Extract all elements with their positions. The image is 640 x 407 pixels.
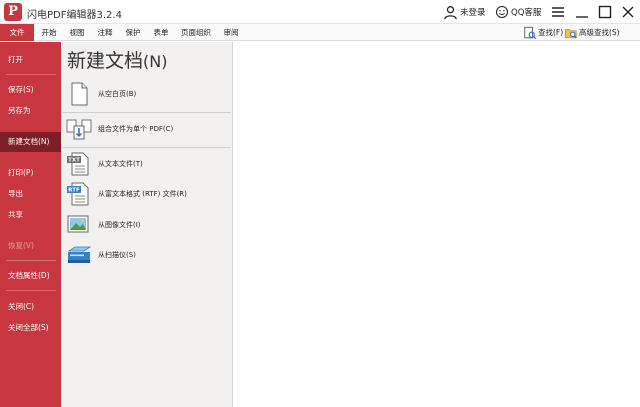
menu-review[interactable]: 审阅 <box>218 24 244 41</box>
rtf-file-icon: RTF <box>67 182 89 206</box>
sidebar-item-open[interactable]: 打开 <box>0 50 61 70</box>
app-logo: P <box>4 3 22 21</box>
option-label: 从文本文件(T) <box>98 160 143 168</box>
maximize-button[interactable] <box>597 4 613 20</box>
combine-files-icon <box>66 119 92 140</box>
title-bar: P 闪电PDF编辑器3.2.4 未登录 QQ客服 <box>0 0 640 24</box>
menu-view[interactable]: 视图 <box>64 24 90 41</box>
menu-icon <box>552 7 564 17</box>
sidebar-item-share[interactable]: 共享 <box>0 205 61 225</box>
close-icon <box>622 6 634 18</box>
login-label: 未登录 <box>460 8 486 18</box>
menu-start[interactable]: 开始 <box>36 24 62 41</box>
option-label: 从富文本格式 (RTF) 文件(R) <box>98 190 187 198</box>
svg-text:TXT: TXT <box>68 158 80 164</box>
qq-support-button[interactable]: QQ客服 <box>495 4 541 20</box>
sidebar-item-export[interactable]: 导出 <box>0 184 61 204</box>
minimize-icon <box>576 16 588 18</box>
document-area <box>234 42 640 407</box>
user-icon <box>444 5 457 19</box>
sidebar-item-print[interactable]: 打印(P) <box>0 163 61 183</box>
option-label: 组合文件为单个 PDF(C) <box>98 125 174 133</box>
option-combine-files[interactable]: 组合文件为单个 PDF(C) <box>66 115 173 143</box>
panel-divider <box>63 147 231 148</box>
menu-annotate[interactable]: 注释 <box>92 24 118 41</box>
sidebar-item-document-properties[interactable]: 文档属性(D) <box>0 266 61 286</box>
find-icon <box>524 26 537 39</box>
app-title: 闪电PDF编辑器3.2.4 <box>27 10 122 21</box>
sidebar-divider <box>6 260 56 261</box>
blank-page-icon <box>71 82 88 106</box>
option-from-image-file[interactable]: 从图像文件(I) <box>66 211 141 239</box>
new-document-panel: 新建文档(N) 从空白页(B) 组合文件为单个 PDF(C) TXT 从文本文件… <box>61 42 233 407</box>
advanced-find-label: 高级查找(S) <box>579 28 620 37</box>
sidebar-item-close[interactable]: 关闭(C) <box>0 297 61 317</box>
option-from-scanner[interactable]: 从扫描仪(S) <box>66 241 136 269</box>
option-from-text-file[interactable]: TXT 从文本文件(T) <box>66 150 143 178</box>
sidebar-divider <box>6 290 56 291</box>
panel-divider <box>63 112 231 113</box>
sidebar-item-save-as[interactable]: 另存为 <box>0 101 61 121</box>
panel-title-text: 新建文档 <box>67 50 144 72</box>
option-from-rtf-file[interactable]: RTF 从富文本格式 (RTF) 文件(R) <box>66 180 187 208</box>
panel-title-shortcut: (N) <box>143 52 168 71</box>
advanced-find-button[interactable]: 高级查找(S) <box>564 25 620 40</box>
svg-text:RTF: RTF <box>68 188 80 194</box>
sidebar-item-restore: 恢复(V) <box>8 241 34 250</box>
option-label: 从图像文件(I) <box>98 221 141 229</box>
menu-page-organize[interactable]: 页面组织 <box>176 24 216 41</box>
sidebar-item-close-all[interactable]: 关闭全部(S) <box>0 318 61 338</box>
panel-title: 新建文档(N) <box>67 46 167 73</box>
option-label: 从扫描仪(S) <box>98 251 136 259</box>
file-sidebar: 打开 保存(S) 另存为 新建文档(N) 打印(P) 导出 共享 恢复(V) 文… <box>0 42 61 407</box>
advanced-find-icon <box>564 28 577 38</box>
maximize-icon <box>598 5 612 19</box>
sidebar-divider <box>6 74 56 75</box>
image-file-icon <box>67 215 89 233</box>
menu-button[interactable] <box>550 4 566 20</box>
find-button[interactable]: 查找(F) <box>523 25 563 40</box>
sidebar-item-save[interactable]: 保存(S) <box>0 80 61 100</box>
minimize-button[interactable] <box>574 4 590 20</box>
scanner-icon <box>67 246 92 263</box>
menu-form[interactable]: 表单 <box>148 24 174 41</box>
qq-label: QQ客服 <box>511 8 542 18</box>
close-button[interactable] <box>620 4 636 20</box>
txt-file-icon: TXT <box>67 152 89 176</box>
menu-bar: 文件 开始 视图 注释 保护 表单 页面组织 审阅 查找(F) 高级查找(S) <box>0 24 640 41</box>
menu-file[interactable]: 文件 <box>0 24 34 41</box>
find-label: 查找(F) <box>538 28 564 37</box>
login-button[interactable]: 未登录 <box>443 4 486 20</box>
option-blank-page[interactable]: 从空白页(B) <box>66 80 136 108</box>
sidebar-item-new-document[interactable]: 新建文档(N) <box>0 132 61 152</box>
menu-protect[interactable]: 保护 <box>120 24 146 41</box>
option-label: 从空白页(B) <box>98 90 137 98</box>
smiley-icon <box>495 5 509 19</box>
